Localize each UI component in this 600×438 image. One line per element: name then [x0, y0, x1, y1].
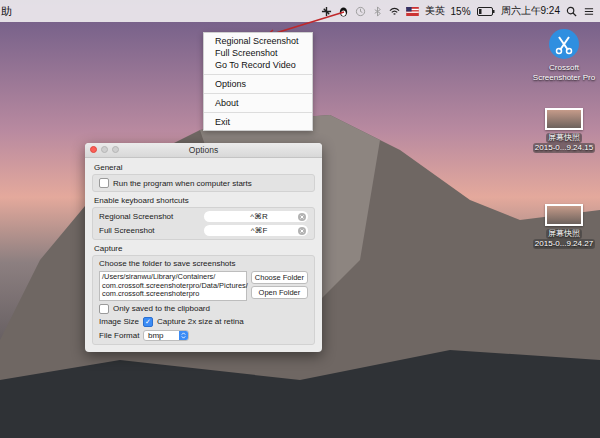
file-format-select[interactable]: bmp: [143, 330, 189, 341]
menu-item[interactable]: Regional Screenshot: [204, 35, 312, 47]
retina-checkbox[interactable]: ✓Capture 2x size at retina: [143, 317, 244, 327]
menu-item[interactable]: Go To Record Video: [204, 59, 312, 71]
penguin-icon[interactable]: [338, 6, 349, 17]
desktop-icon[interactable]: 屏幕快照2015-0...9.24.27: [527, 204, 600, 249]
zoom-icon[interactable]: [112, 146, 119, 153]
checkbox-icon[interactable]: ✓: [143, 317, 153, 327]
file-format-label: File Format: [99, 331, 137, 340]
battery-icon[interactable]: [477, 7, 495, 16]
menu-bar: 助 美英 15% 周六上午9:24: [0, 0, 600, 22]
group-heading: Enable keyboard shortcuts: [92, 195, 315, 207]
desktop: 助美英15%周六上午9:24Regional ScreenshotFull Sc…: [0, 0, 600, 438]
menu-separator: [204, 112, 312, 113]
list-icon[interactable]: [583, 6, 594, 17]
menu-item[interactable]: Full Screenshot: [204, 47, 312, 59]
shortcut-row: Regional Screenshot ^⌘R: [99, 211, 308, 222]
scissors-app-icon: [548, 28, 580, 60]
menu-separator: [204, 74, 312, 75]
icon-label: 2015-0...9.24.27: [533, 239, 595, 249]
folder-label: Choose the folder to save screenshots: [99, 259, 308, 268]
wifi-icon[interactable]: [389, 6, 400, 17]
minimize-icon[interactable]: [101, 146, 108, 153]
desktop-icon[interactable]: CrossoftScreenshoter Pro: [527, 28, 600, 83]
app-menu[interactable]: 助: [0, 4, 12, 19]
clock[interactable]: 周六上午9:24: [501, 4, 560, 18]
bluetooth-icon[interactable]: [372, 6, 383, 17]
menu-item[interactable]: About: [204, 97, 312, 109]
icon-label: 2015-0...9.24.15: [533, 143, 595, 153]
clipboard-checkbox[interactable]: Only saved to the clipboard: [99, 304, 308, 314]
options-window: Options General Run the program when compu…: [85, 143, 322, 352]
folder-button[interactable]: Open Folder: [251, 286, 308, 299]
checkbox-icon[interactable]: [99, 304, 109, 314]
dropdown-arrow-icon: [179, 331, 188, 340]
image-size-label: Image Size: [99, 317, 137, 326]
shortcut-field[interactable]: ^⌘F: [204, 225, 308, 236]
group-heading: General: [92, 162, 315, 174]
icon-label: Screenshoter Pro: [533, 73, 595, 83]
menu-item[interactable]: Exit: [204, 116, 312, 128]
shortcut-row: Full Screenshot ^⌘F: [99, 225, 308, 236]
folder-path[interactable]: /Users/siranwu/Library/Containers/com.cr…: [99, 271, 247, 301]
title-bar[interactable]: Options: [85, 143, 322, 158]
menu-item[interactable]: Options: [204, 78, 312, 90]
shortcuts-group: Enable keyboard shortcuts Regional Screen…: [92, 195, 315, 240]
capture-group: Capture Choose the folder to save screens…: [92, 243, 315, 345]
clear-icon[interactable]: [298, 227, 306, 235]
group-heading: Capture: [92, 243, 315, 255]
menu-separator: [204, 93, 312, 94]
tray-menu: Regional ScreenshotFull ScreenshotGo To …: [203, 32, 313, 131]
battery-percent[interactable]: 15%: [451, 6, 471, 17]
us-flag-icon[interactable]: [406, 7, 419, 16]
desktop-icon[interactable]: 屏幕快照2015-0...9.24.15: [527, 108, 600, 153]
window-title: Options: [189, 145, 218, 155]
folder-button[interactable]: Choose Folder: [251, 271, 308, 284]
checkbox-icon[interactable]: [99, 178, 109, 188]
general-group: General Run the program when computer sta…: [92, 162, 315, 192]
clock-icon[interactable]: [355, 6, 366, 17]
screenshot-thumbnail-icon: [545, 108, 583, 130]
screenshoter-icon[interactable]: [321, 6, 332, 17]
icon-label: 屏幕快照: [546, 229, 582, 239]
search-icon[interactable]: [566, 6, 577, 17]
shortcut-label: Full Screenshot: [99, 226, 155, 235]
shortcut-field[interactable]: ^⌘R: [204, 211, 308, 222]
screenshot-thumbnail-icon: [545, 204, 583, 226]
input-source[interactable]: 美英: [425, 4, 445, 18]
icon-label: 屏幕快照: [546, 133, 582, 143]
clear-icon[interactable]: [298, 213, 306, 221]
startup-checkbox[interactable]: Run the program when computer starts: [99, 178, 308, 188]
icon-label: Crossoft: [549, 63, 579, 73]
shortcut-label: Regional Screenshot: [99, 212, 173, 221]
close-icon[interactable]: [90, 146, 97, 153]
